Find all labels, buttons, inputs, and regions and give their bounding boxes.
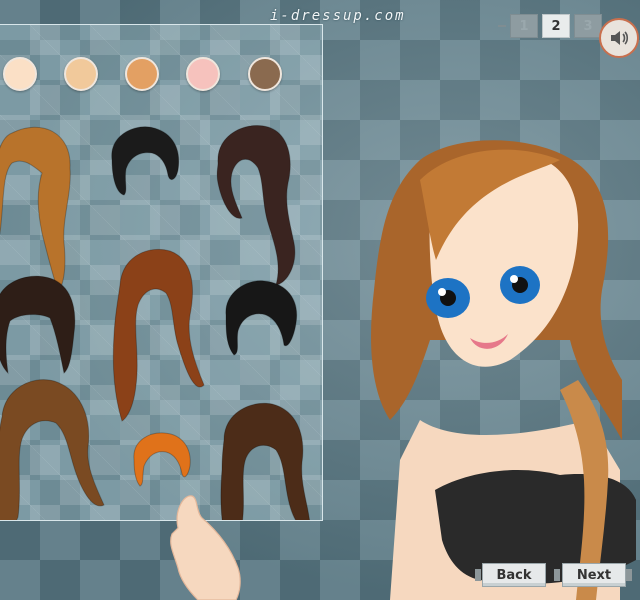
character-model [371,140,636,600]
hair-option-short-black[interactable] [104,125,184,200]
hair-option-long-auburn[interactable] [100,245,210,425]
skin-tone-swatch-2[interactable] [64,57,98,91]
hair-option-long-wavy-dark[interactable] [208,123,303,288]
hair-option-messy-updo-black[interactable] [216,275,306,365]
hair-option-long-layered-brown[interactable] [0,377,108,521]
page-3-button[interactable]: 3 [574,14,602,38]
site-logo: i-dressup.com [270,8,406,24]
page-2-button[interactable]: 2 [542,14,570,38]
hairstyle-selection-panel [0,24,323,521]
skin-tone-swatch-1[interactable] [3,57,37,91]
speaker-icon [611,31,629,45]
skin-tone-swatch-3[interactable] [125,57,159,91]
next-button-cap [554,569,560,581]
next-button[interactable]: Next [562,563,626,587]
page-selector: 1 2 3 [498,14,614,38]
sound-toggle-button[interactable] [599,18,639,58]
hair-option-long-braid[interactable] [0,123,92,293]
back-button-cap [475,569,481,581]
hair-option-bob-bangs[interactable] [0,273,80,383]
back-button[interactable]: Back [482,563,546,587]
skin-tone-swatch-4[interactable] [186,57,220,91]
character-hand [170,495,241,600]
hair-option-short-orange[interactable] [130,430,195,490]
pager-divider [498,25,506,27]
next-button-cap [626,569,632,581]
skin-tone-swatch-5[interactable] [248,57,282,91]
page-1-button[interactable]: 1 [510,14,538,38]
